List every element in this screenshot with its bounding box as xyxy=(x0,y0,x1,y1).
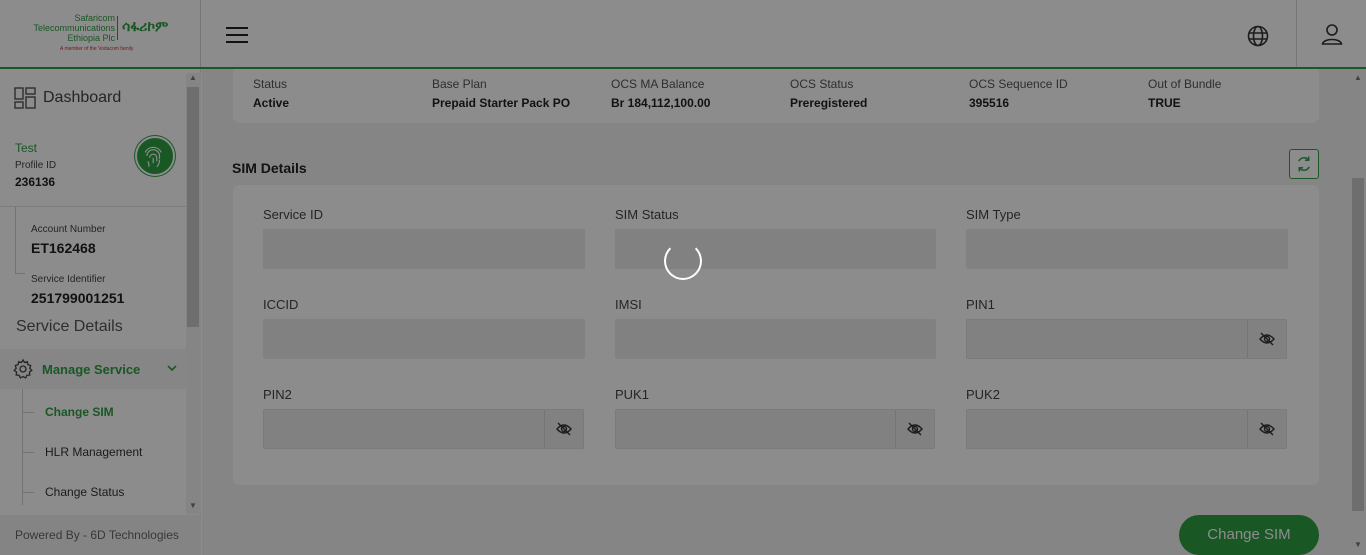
loading-spinner-icon xyxy=(664,242,702,280)
